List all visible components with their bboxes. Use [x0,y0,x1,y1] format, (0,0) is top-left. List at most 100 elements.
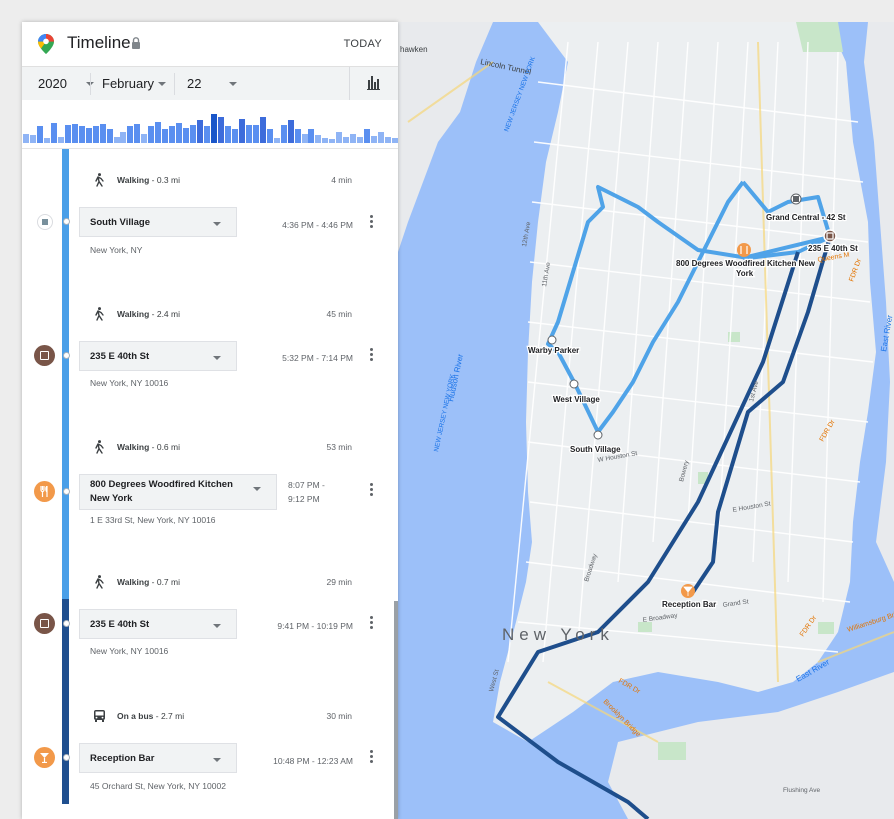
histogram-bar[interactable] [155,122,161,143]
histogram-bar[interactable] [308,129,314,143]
histogram-bar[interactable] [100,124,106,143]
histogram-bar[interactable] [197,120,203,143]
place-marker-south-village[interactable] [593,430,603,440]
histogram-bar[interactable] [329,139,335,143]
histogram-bar[interactable] [190,125,196,143]
map-view[interactable]: hawken Lincoln Tunnel Hudson River NEW J… [398,22,894,819]
histogram-bar[interactable] [295,129,301,143]
place-marker-warby-parker[interactable] [547,335,557,345]
histogram-bar[interactable] [51,123,57,143]
histogram-bar[interactable] [378,132,384,143]
more-options-icon[interactable] [370,750,373,765]
histogram-bar[interactable] [364,129,370,143]
activity-summary[interactable]: Walking - 2.4 mi [117,309,180,319]
histogram-toggle-button[interactable] [349,67,398,101]
histogram-bar[interactable] [385,137,391,143]
histogram-bar[interactable] [357,137,363,143]
histogram-bar[interactable] [58,137,64,143]
histogram-bar[interactable] [107,129,113,143]
histogram-bar[interactable] [169,126,175,143]
histogram-bar[interactable] [23,134,29,143]
today-button[interactable]: TODAY [344,38,382,50]
place-dropdown[interactable]: 800 Degrees Woodfired Kitchen New York [79,474,277,510]
histogram-bar[interactable] [162,129,168,143]
histogram-bar[interactable] [246,125,252,143]
histogram-bar[interactable] [65,125,71,143]
place-marker-235-e-40th[interactable] [823,229,837,243]
histogram-bar[interactable] [44,138,50,143]
histogram-bar[interactable] [37,126,43,143]
histogram-bar[interactable] [72,124,78,143]
bus-icon [94,710,105,722]
place-dropdown[interactable]: South Village [79,207,237,237]
histogram-bar[interactable] [350,134,356,143]
map-place-label[interactable]: South Village [569,444,623,456]
histogram-bar[interactable] [315,135,321,143]
more-options-icon[interactable] [370,215,373,230]
map-label: Flushing Ave [783,787,820,794]
chevron-down-icon [213,758,221,762]
histogram-bar[interactable] [225,126,231,143]
histogram-bar[interactable] [281,125,287,143]
timeline-panel: Timeline TODAY 2020 February 22 Walking … [22,22,398,819]
histogram-bar[interactable] [86,128,92,143]
place-marker-west-village[interactable] [569,379,579,389]
date-selector: 2020 February 22 [22,66,398,102]
histogram-bar[interactable] [120,132,126,143]
activity-summary[interactable]: Walking - 0.3 mi [117,175,180,185]
page-title: Timeline [67,33,131,52]
more-options-icon[interactable] [370,483,373,498]
place-marker-grand-central[interactable] [790,193,802,205]
histogram-bar[interactable] [93,126,99,143]
histogram-bar[interactable] [232,129,238,143]
histogram-bar[interactable] [288,120,294,143]
place-marker-800-degrees[interactable] [737,243,751,257]
building-icon [34,613,55,634]
more-options-icon[interactable] [370,348,373,363]
map-place-label[interactable]: 235 E 40th St [807,243,860,255]
chevron-down-icon [229,82,237,86]
map-place-label[interactable]: Reception Bar [661,599,718,611]
place-dropdown[interactable]: Reception Bar [79,743,237,773]
histogram-bar[interactable] [79,126,85,143]
map-place-label[interactable]: Grand Central - 42 St [765,212,847,224]
histogram-bar[interactable] [267,129,273,143]
day-dropdown[interactable]: 22 [187,67,247,101]
activity-summary[interactable]: On a bus - 2.7 mi [117,711,184,721]
histogram-bar[interactable] [253,125,259,143]
histogram-bar[interactable] [322,138,328,143]
histogram-bar[interactable] [336,132,342,143]
histogram-bar[interactable] [211,114,217,143]
histogram-bar[interactable] [260,117,266,143]
histogram-bar[interactable] [134,124,140,143]
year-dropdown[interactable]: 2020 [38,67,98,101]
activity-mode [93,440,105,459]
activity-summary[interactable]: Walking - 0.6 mi [117,442,180,452]
chevron-down-icon [253,487,261,491]
activity-summary[interactable]: Walking - 0.7 mi [117,577,180,587]
activity-histogram[interactable] [22,100,398,149]
histogram-bar[interactable] [204,126,210,143]
histogram-bar[interactable] [371,136,377,143]
month-dropdown[interactable]: February [102,67,176,101]
histogram-bar[interactable] [127,126,133,143]
histogram-bar[interactable] [274,138,280,143]
histogram-bar[interactable] [239,119,245,143]
histogram-bar[interactable] [176,123,182,143]
map-place-label[interactable]: Warby Parker [527,345,581,357]
map-place-label[interactable]: West Village [552,394,602,406]
histogram-bar[interactable] [392,138,398,143]
place-dropdown[interactable]: 235 E 40th St [79,341,237,371]
place-time-end: 9:12 PM [288,494,320,504]
histogram-bar[interactable] [141,134,147,143]
place-marker-reception-bar[interactable] [681,584,695,598]
more-options-icon[interactable] [370,616,373,631]
histogram-bar[interactable] [148,126,154,143]
histogram-bar[interactable] [183,128,189,143]
histogram-bar[interactable] [343,137,349,143]
place-dropdown[interactable]: 235 E 40th St [79,609,237,639]
histogram-bar[interactable] [30,135,36,143]
activity-distance: 0.3 mi [156,175,180,185]
scrollbar-thumb[interactable] [394,601,398,819]
histogram-bar[interactable] [218,117,224,143]
